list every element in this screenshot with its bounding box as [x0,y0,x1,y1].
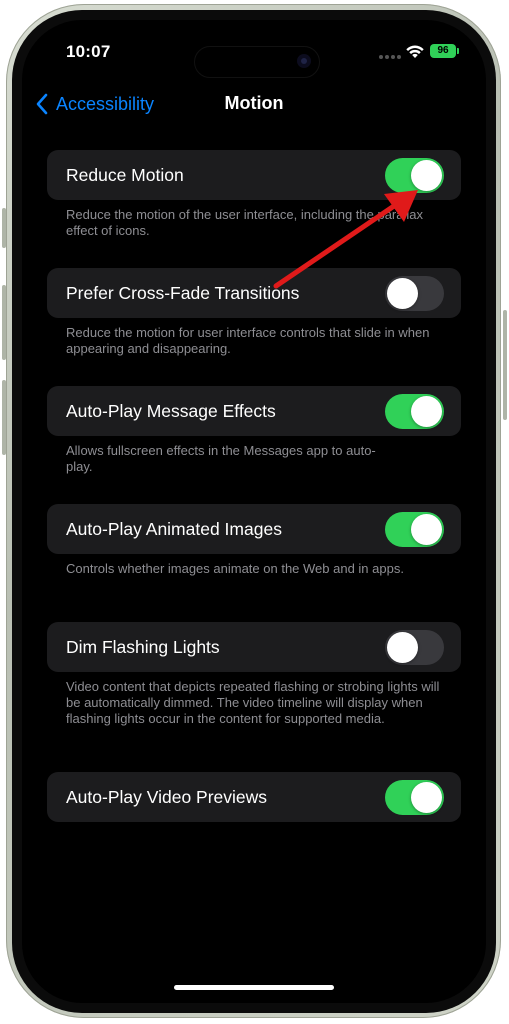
volume-down-button [2,380,6,455]
toggle-knob [387,632,418,663]
setting-auto-play-animated-images: Auto-Play Animated Images [47,504,461,554]
auto-play-message-effects-toggle[interactable] [385,394,444,429]
camera-icon [297,54,311,68]
setting-label: Prefer Cross-Fade Transitions [66,283,300,303]
wifi-icon [406,45,424,58]
toggle-knob [411,782,442,813]
cellular-signal-icon [379,55,401,59]
auto-play-animated-images-toggle[interactable] [385,512,444,547]
setting-label: Auto-Play Animated Images [66,519,282,539]
setting-label: Auto-Play Message Effects [66,401,276,421]
dim-flashing-lights-toggle[interactable] [385,630,444,665]
action-button [2,208,6,248]
red-arrow-icon [273,190,418,289]
setting-auto-play-video-previews: Auto-Play Video Previews [47,772,461,822]
volume-up-button [2,285,6,360]
home-indicator[interactable] [174,985,334,990]
toggle-knob [411,396,442,427]
setting-description: Controls whether images animate on the W… [66,561,404,576]
side-button [503,310,507,420]
setting-label: Dim Flashing Lights [66,637,220,657]
setting-description: Video content that depicts repeated flas… [66,679,440,726]
setting-label: Reduce Motion [66,165,184,185]
battery-icon: 96 [430,44,459,58]
status-time: 10:07 [66,42,111,61]
setting-label: Auto-Play Video Previews [66,787,268,807]
auto-play-video-previews-toggle[interactable] [385,780,444,815]
setting-description: Reduce the motion for user interface con… [66,325,430,356]
setting-description: Allows fullscreen effects in the Message… [66,443,376,474]
setting-auto-play-message-effects: Auto-Play Message Effects [47,386,461,436]
page-title: Motion [224,93,284,113]
toggle-knob [411,514,442,545]
setting-dim-flashing-lights: Dim Flashing Lights [47,622,461,672]
screen: 10:07 96 Accessibility Motion Reduce Mot… [22,20,486,1003]
